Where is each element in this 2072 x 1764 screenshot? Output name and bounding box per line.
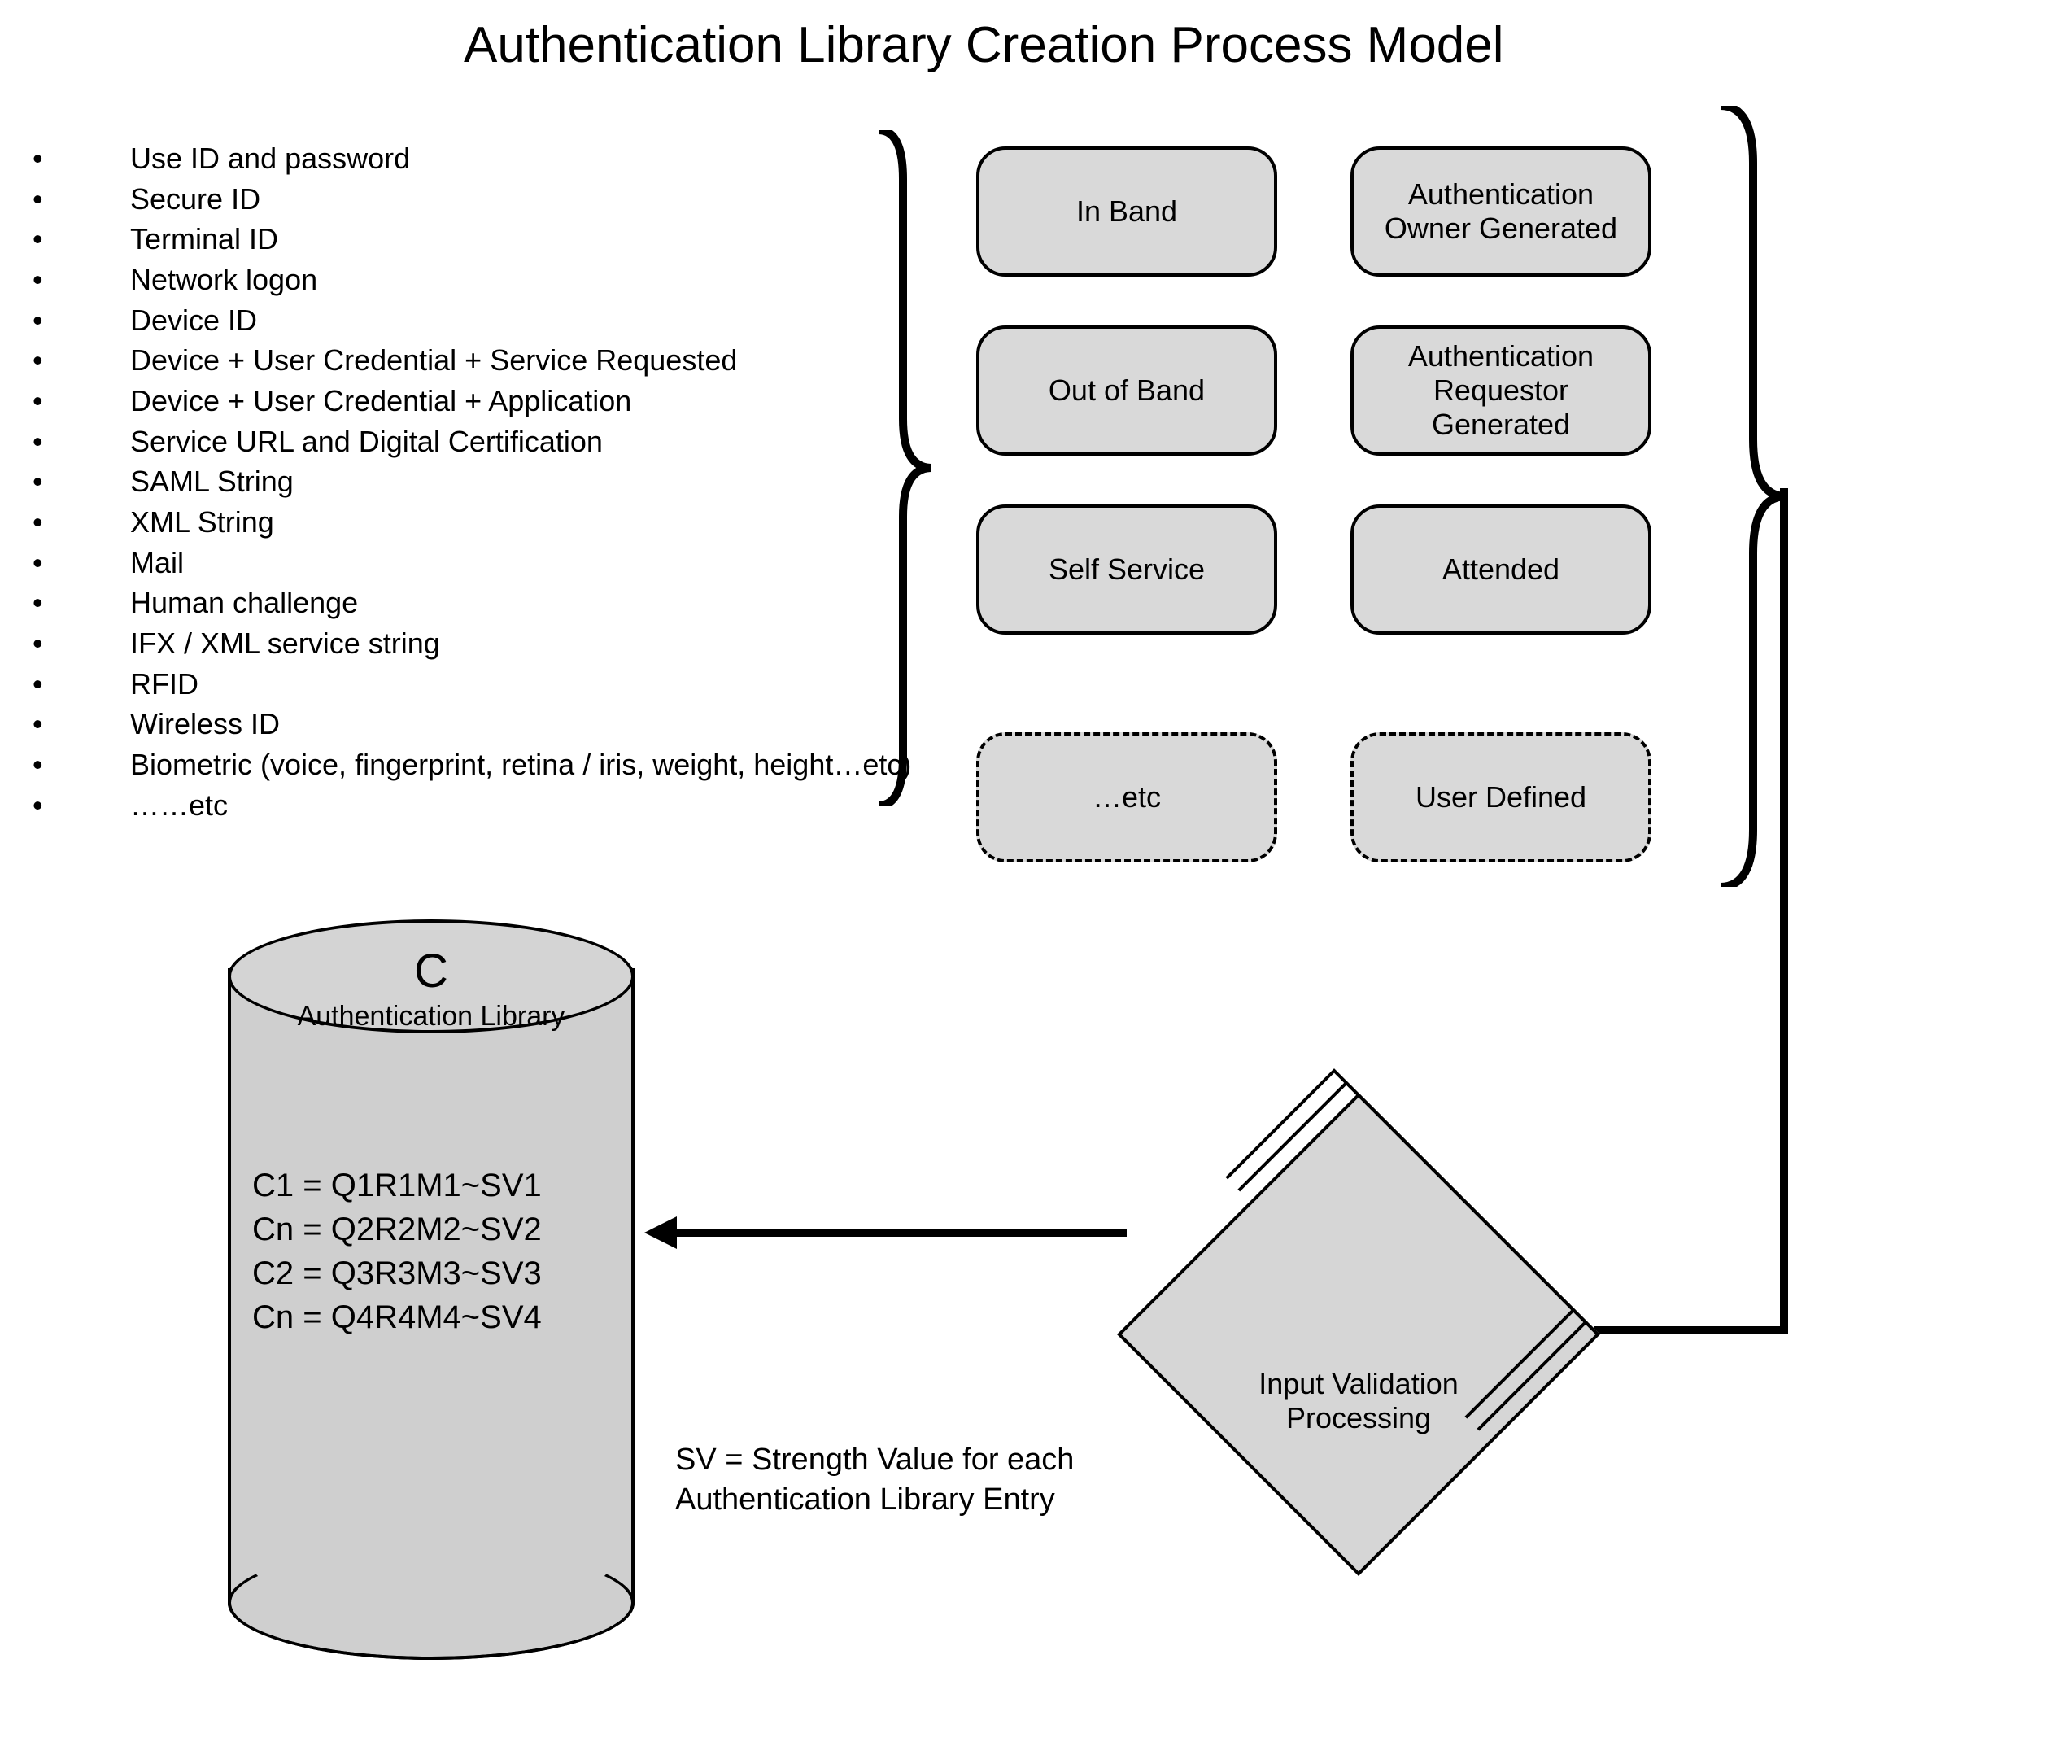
- bullet-icon: •: [16, 421, 130, 462]
- bullet-icon: •: [16, 138, 130, 179]
- list-item: •RFID: [16, 664, 927, 705]
- list-item: •Use ID and password: [16, 138, 927, 179]
- sv-note: SV = Strength Value for each Authenticat…: [675, 1440, 1074, 1521]
- list-item-text: Service URL and Digital Certification: [130, 421, 927, 462]
- list-item-text: Use ID and password: [130, 138, 927, 179]
- list-item-text: IFX / XML service string: [130, 623, 927, 664]
- list-item: •Device ID: [16, 300, 927, 341]
- bullet-icon: •: [16, 381, 130, 421]
- sv-note-line2: Authentication Library Entry: [675, 1480, 1074, 1520]
- authentication-library-cylinder: C Authentication Library C1 = Q1R1M1~SV1…: [228, 919, 635, 1652]
- list-item-text: RFID: [130, 664, 927, 705]
- bullet-icon: •: [16, 704, 130, 744]
- list-item-text: Secure ID: [130, 179, 927, 220]
- cat-attended: Attended: [1350, 504, 1651, 635]
- auth-methods-list: •Use ID and password•Secure ID•Terminal …: [16, 138, 927, 825]
- bullet-icon: •: [16, 543, 130, 583]
- list-item-text: Device + User Credential + Service Reque…: [130, 340, 927, 381]
- list-item: •SAML String: [16, 461, 927, 502]
- diamond-label-line2: Processing: [1115, 1401, 1603, 1435]
- list-item-text: Wireless ID: [130, 704, 927, 744]
- list-item-text: Network logon: [130, 260, 927, 300]
- cat-label: In Band: [1076, 194, 1177, 229]
- cat-label: Authentication Requestor Generated: [1368, 339, 1634, 442]
- bullet-icon: •: [16, 219, 130, 260]
- list-item: •Device + User Credential + Application: [16, 381, 927, 421]
- brace-right: [1708, 106, 1790, 887]
- cat-auth-requestor-generated: Authentication Requestor Generated: [1350, 325, 1651, 456]
- arrow-head-icon: [644, 1216, 677, 1249]
- list-item: •……etc: [16, 785, 927, 826]
- cat-label: User Defined: [1416, 780, 1586, 814]
- list-item: •Human challenge: [16, 583, 927, 623]
- cylinder-entry: Cn = Q4R4M4~SV4: [252, 1295, 542, 1339]
- bullet-icon: •: [16, 502, 130, 543]
- cylinder-entry: C2 = Q3R3M3~SV3: [252, 1251, 542, 1295]
- arrow-diamond-to-cylinder: [675, 1229, 1127, 1237]
- sv-note-line1: SV = Strength Value for each: [675, 1440, 1074, 1480]
- cat-out-of-band: Out of Band: [976, 325, 1277, 456]
- list-item: •XML String: [16, 502, 927, 543]
- list-item: •IFX / XML service string: [16, 623, 927, 664]
- bullet-icon: •: [16, 623, 130, 664]
- bullet-icon: •: [16, 260, 130, 300]
- cat-in-band: In Band: [976, 146, 1277, 277]
- bullet-icon: •: [16, 300, 130, 341]
- bullet-icon: •: [16, 664, 130, 705]
- list-item-text: Device ID: [130, 300, 927, 341]
- list-item: •Biometric (voice, fingerprint, retina /…: [16, 744, 927, 785]
- bullet-icon: •: [16, 179, 130, 220]
- bullet-icon: •: [16, 583, 130, 623]
- cat-self-service: Self Service: [976, 504, 1277, 635]
- list-item-text: XML String: [130, 502, 927, 543]
- list-item-text: Biometric (voice, fingerprint, retina / …: [130, 744, 927, 785]
- cat-label: Attended: [1442, 552, 1559, 587]
- list-item: •Device + User Credential + Service Requ…: [16, 340, 927, 381]
- list-item-text: Mail: [130, 543, 927, 583]
- cat-label: Self Service: [1049, 552, 1205, 587]
- cat-label: Authentication Owner Generated: [1368, 177, 1634, 246]
- list-item-text: Human challenge: [130, 583, 927, 623]
- cat-auth-owner-generated: Authentication Owner Generated: [1350, 146, 1651, 277]
- list-item-text: ……etc: [130, 785, 927, 826]
- connector-vertical: [1780, 488, 1788, 1334]
- cat-user-defined: User Defined: [1350, 732, 1651, 862]
- list-item: •Wireless ID: [16, 704, 927, 744]
- cylinder-entry: C1 = Q1R1M1~SV1: [252, 1164, 542, 1207]
- list-item: •Network logon: [16, 260, 927, 300]
- cylinder-entry: Cn = Q2R2M2~SV2: [252, 1207, 542, 1251]
- brace-left: [870, 130, 936, 806]
- bullet-icon: •: [16, 744, 130, 785]
- cat-etc: …etc: [976, 732, 1277, 862]
- list-item: •Secure ID: [16, 179, 927, 220]
- list-item: •Terminal ID: [16, 219, 927, 260]
- list-item: •Mail: [16, 543, 927, 583]
- cat-label: Out of Band: [1049, 373, 1205, 408]
- list-item-text: Terminal ID: [130, 219, 927, 260]
- input-validation-processing: Input Validation Processing: [1115, 1090, 1603, 1578]
- bullet-icon: •: [16, 785, 130, 826]
- diamond-label-line1: Input Validation: [1115, 1367, 1603, 1401]
- cylinder-letter: C: [228, 944, 635, 998]
- list-item: •Service URL and Digital Certification: [16, 421, 927, 462]
- cylinder-label: Authentication Library: [228, 1001, 635, 1033]
- list-item-text: Device + User Credential + Application: [130, 381, 927, 421]
- list-item-text: SAML String: [130, 461, 927, 502]
- connector-horizontal-to-diamond: [1594, 1326, 1788, 1334]
- cylinder-entries: C1 = Q1R1M1~SV1Cn = Q2R2M2~SV2C2 = Q3R3M…: [252, 1164, 542, 1339]
- diagram-title: Authentication Library Creation Process …: [464, 16, 1504, 74]
- cat-label: …etc: [1093, 780, 1161, 814]
- bullet-icon: •: [16, 461, 130, 502]
- bullet-icon: •: [16, 340, 130, 381]
